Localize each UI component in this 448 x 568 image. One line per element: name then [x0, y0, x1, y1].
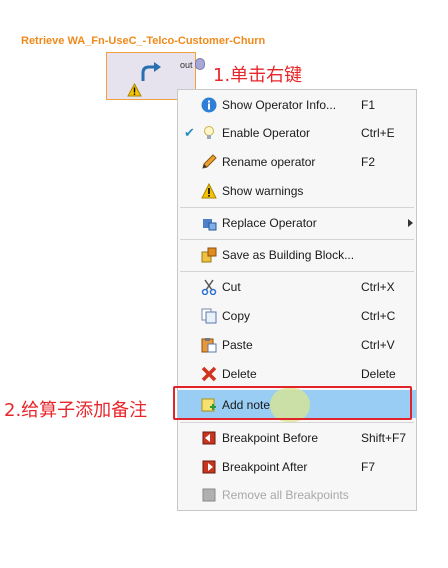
pencil-icon	[201, 154, 217, 170]
context-menu: Show Operator Info... F1 ✔ Enable Operat…	[177, 89, 417, 511]
menu-item-breakpoint-before[interactable]: Breakpoint Before Shift+F7	[178, 425, 416, 451]
menu-separator	[180, 207, 414, 208]
menu-item-replace-operator[interactable]: Replace Operator	[178, 210, 416, 236]
menu-item-copy[interactable]: Copy Ctrl+C	[178, 303, 416, 329]
menu-item-remove-all-breakpoints[interactable]: Remove all Breakpoints	[178, 482, 416, 508]
menu-item-save-building-block[interactable]: Save as Building Block...	[178, 242, 416, 268]
menu-item-label: Breakpoint After	[222, 460, 308, 474]
submenu-arrow-icon	[408, 219, 413, 227]
output-port-label: out	[180, 60, 193, 70]
info-icon	[201, 97, 217, 113]
breakpoint-after-icon	[201, 459, 217, 475]
annotation-highlight-box	[173, 386, 412, 420]
menu-separator	[180, 239, 414, 240]
menu-item-shortcut: Ctrl+E	[361, 126, 395, 140]
menu-item-shortcut: F7	[361, 460, 376, 474]
checkmark-icon: ✔	[184, 125, 195, 140]
annotation-add-note: 2.给算子添加备注	[4, 400, 148, 421]
menu-separator	[180, 422, 414, 423]
menu-item-label: Show warnings	[222, 184, 304, 198]
menu-item-show-operator-info[interactable]: Show Operator Info... F1	[178, 92, 416, 118]
menu-separator	[180, 271, 414, 272]
scissors-icon	[201, 279, 217, 296]
menu-item-label: Show Operator Info...	[222, 98, 337, 112]
operator-title: Retrieve WA_Fn-UseC_-Telco-Customer-Chur…	[21, 35, 266, 47]
menu-item-enable-operator[interactable]: ✔ Enable Operator Ctrl+E	[178, 120, 416, 146]
lightbulb-icon	[201, 125, 217, 141]
menu-item-shortcut: F1	[361, 98, 376, 112]
menu-item-paste[interactable]: Paste Ctrl+V	[178, 332, 416, 358]
menu-item-label: Delete	[222, 367, 257, 381]
menu-item-cut[interactable]: Cut Ctrl+X	[178, 274, 416, 300]
menu-item-label: Save as Building Block...	[222, 248, 355, 262]
menu-item-shortcut: Delete	[361, 367, 396, 381]
warning-icon	[201, 182, 217, 199]
copy-icon	[201, 308, 217, 324]
menu-item-breakpoint-after[interactable]: Breakpoint After F7	[178, 454, 416, 480]
menu-item-label: Remove all Breakpoints	[222, 488, 349, 502]
menu-item-shortcut: Ctrl+V	[361, 338, 395, 352]
delete-icon	[201, 366, 217, 382]
menu-item-shortcut: F2	[361, 155, 376, 169]
menu-item-shortcut: Shift+F7	[361, 431, 407, 445]
menu-item-delete[interactable]: Delete Delete	[178, 361, 416, 387]
menu-item-rename-operator[interactable]: Rename operator F2	[178, 149, 416, 175]
menu-item-label: Cut	[222, 280, 241, 294]
menu-item-label: Rename operator	[222, 155, 316, 169]
paste-icon	[201, 337, 217, 353]
annotation-right-click: 1.单击右键	[213, 65, 303, 86]
menu-item-shortcut: Ctrl+C	[361, 309, 396, 323]
menu-item-label: Replace Operator	[222, 216, 317, 230]
remove-breakpoints-icon	[201, 487, 217, 503]
menu-item-label: Enable Operator	[222, 126, 311, 140]
menu-item-shortcut: Ctrl+X	[361, 280, 395, 294]
menu-item-show-warnings[interactable]: Show warnings	[178, 178, 416, 204]
menu-item-label: Copy	[222, 309, 251, 323]
output-port[interactable]	[195, 58, 205, 70]
menu-item-label: Breakpoint Before	[222, 431, 319, 445]
retrieve-icon	[139, 61, 163, 88]
breakpoint-before-icon	[201, 430, 217, 446]
menu-item-label: Paste	[222, 338, 253, 352]
replace-icon	[201, 215, 217, 231]
warning-icon	[127, 82, 142, 102]
building-block-icon	[201, 247, 217, 263]
